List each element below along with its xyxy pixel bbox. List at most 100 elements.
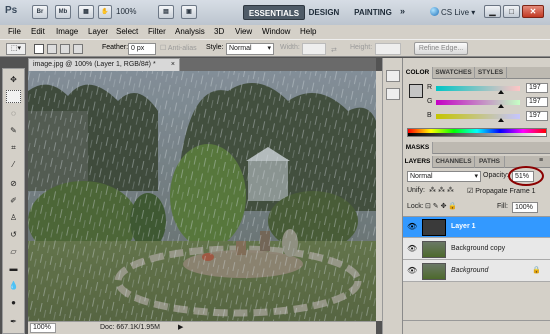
intersect-selection-icon[interactable] — [73, 44, 83, 54]
tab-masks[interactable]: MASKS — [403, 142, 433, 154]
menu-filter[interactable]: Filter — [148, 27, 166, 36]
menu-help[interactable]: Help — [300, 27, 316, 36]
grid-icon[interactable]: ▦ — [78, 5, 94, 19]
bridge-icon[interactable]: Br — [32, 5, 48, 19]
menu-select[interactable]: Select — [116, 27, 138, 36]
minimize-button[interactable]: ▁ — [484, 5, 501, 18]
tab-layers[interactable]: LAYERS — [403, 156, 433, 168]
menu-image[interactable]: Image — [56, 27, 78, 36]
workspace-design[interactable]: DESIGN — [307, 5, 341, 20]
menu-3d[interactable]: 3D — [214, 27, 224, 36]
tab-swatches[interactable]: SWATCHES — [433, 67, 475, 79]
close-tab-icon[interactable]: × — [171, 59, 175, 71]
menu-window[interactable]: Window — [262, 27, 290, 36]
menu-layer[interactable]: Layer — [88, 27, 108, 36]
layer-row-background[interactable]: 👁 Background 🔒 — [403, 261, 550, 282]
visibility-eye-icon[interactable]: 👁 — [407, 244, 417, 253]
cs-live-label: CS Live — [441, 8, 470, 17]
document-size-info: Doc: 667.1K/1.95M — [100, 324, 160, 331]
color-spectrum-bar[interactable] — [407, 128, 547, 137]
eraser-tool-icon[interactable]: ▱ — [6, 245, 21, 258]
layer-thumbnail — [422, 263, 446, 280]
refine-edge-button[interactable]: Refine Edge... — [414, 42, 468, 55]
visibility-eye-icon[interactable]: 👁 — [407, 222, 417, 231]
workspace-essentials[interactable]: ESSENTIALS — [243, 5, 305, 20]
new-selection-icon[interactable] — [34, 44, 44, 54]
lasso-tool-icon[interactable]: ◌ — [6, 107, 21, 120]
layer-name: Background copy — [451, 245, 506, 252]
menu-view[interactable]: View — [235, 27, 252, 36]
healing-brush-tool-icon[interactable]: ⊘ — [6, 177, 21, 190]
dodge-tool-icon[interactable]: ● — [6, 296, 21, 309]
document-tab[interactable]: image.jpg @ 100% (Layer 1, RGB/8#) * × — [28, 58, 180, 71]
move-tool-icon[interactable]: ✥ — [6, 73, 21, 86]
swap-icon[interactable]: ⇄ — [331, 46, 337, 54]
slider-g-handle[interactable] — [497, 104, 504, 108]
style-select[interactable]: Normal ▾ — [226, 43, 274, 55]
propagate-frame-checkbox[interactable]: ☑ Propagate Frame 1 — [467, 187, 536, 195]
add-selection-icon[interactable] — [47, 44, 57, 54]
cs-live-globe-icon — [430, 7, 439, 16]
marquee-tool-icon[interactable] — [6, 90, 21, 103]
history-panel-icon[interactable] — [386, 70, 400, 82]
menu-bar: File Edit Image Layer Select Filter Anal… — [0, 25, 550, 39]
width-input[interactable] — [302, 43, 326, 55]
cs-live-button[interactable]: CS Live ▾ — [430, 7, 475, 17]
tab-channels[interactable]: CHANNELS — [433, 156, 475, 168]
slider-b-track[interactable] — [436, 114, 520, 119]
layers-list: 👁 Layer 1 👁 Background copy 👁 Background… — [403, 216, 550, 282]
layer-row-layer-1[interactable]: 👁 Layer 1 — [403, 217, 550, 238]
mini-bridge-icon[interactable]: Mb — [55, 5, 71, 19]
actions-panel-icon[interactable] — [386, 88, 400, 100]
slider-r-value[interactable]: 197 — [526, 83, 548, 93]
maximize-button[interactable]: □ — [503, 5, 520, 18]
status-menu-arrow-icon[interactable]: ▶ — [178, 323, 183, 331]
unify-icons[interactable]: ⁂ ⁂ ⁂ — [429, 186, 454, 194]
layers-footer — [403, 320, 550, 334]
gradient-tool-icon[interactable]: ▬ — [6, 262, 21, 275]
close-button[interactable]: ✕ — [522, 5, 544, 18]
subtract-selection-icon[interactable] — [60, 44, 70, 54]
slider-r-track[interactable] — [436, 86, 520, 91]
more-workspaces-chevron-icon[interactable]: » — [400, 6, 405, 16]
pen-tool-icon[interactable]: ✒ — [6, 315, 21, 328]
foreground-color-swatch[interactable] — [409, 84, 423, 98]
menu-analysis[interactable]: Analysis — [175, 27, 205, 36]
document-canvas[interactable] — [28, 71, 376, 321]
fill-input[interactable]: 100% — [512, 202, 538, 213]
clone-stamp-tool-icon[interactable]: ♙ — [6, 211, 21, 224]
feather-input[interactable]: 0 px — [128, 43, 156, 55]
brush-tool-icon[interactable]: ✐ — [6, 194, 21, 207]
blend-mode-select[interactable]: Normal ▾ — [407, 171, 481, 182]
zoom-level[interactable]: 100% — [116, 7, 156, 16]
slider-r-handle[interactable] — [497, 90, 504, 94]
arrange-documents-icon[interactable]: ▤ — [158, 5, 174, 19]
menu-edit[interactable]: Edit — [31, 27, 45, 36]
height-input[interactable] — [375, 43, 401, 55]
crop-tool-icon[interactable]: ⌗ — [6, 141, 21, 154]
blur-tool-icon[interactable]: 💧 — [6, 279, 21, 292]
screen-mode-icon[interactable]: ▣ — [181, 5, 197, 19]
menu-file[interactable]: File — [8, 27, 21, 36]
slider-b-value[interactable]: 197 — [526, 111, 548, 121]
history-brush-tool-icon[interactable]: ↺ — [6, 228, 21, 241]
layers-panel-menu-icon[interactable]: ≡ — [539, 157, 543, 164]
status-zoom-input[interactable]: 100% — [30, 323, 56, 333]
hand-icon[interactable]: ✋ — [98, 5, 112, 19]
panel-icon-strip — [382, 58, 402, 334]
tool-preset-picker[interactable]: ⬚▾ — [6, 43, 26, 55]
slider-g-value[interactable]: 197 — [526, 97, 548, 107]
visibility-eye-icon[interactable]: 👁 — [407, 266, 417, 275]
quick-selection-tool-icon[interactable]: ✎ — [6, 124, 21, 137]
slider-b-handle[interactable] — [497, 118, 504, 122]
tab-styles[interactable]: STYLES — [475, 67, 507, 79]
document-tab-title: image.jpg @ 100% (Layer 1, RGB/8#) * — [33, 61, 156, 68]
workspace-painting[interactable]: PAINTING — [352, 5, 394, 20]
tab-paths[interactable]: PATHS — [475, 156, 505, 168]
anti-alias-checkbox[interactable]: ☐ Anti-alias — [160, 44, 197, 52]
slider-g-track[interactable] — [436, 100, 520, 105]
lock-icons[interactable]: ⊡ ✎ ✥ 🔒 — [425, 202, 457, 210]
layer-row-background-copy[interactable]: 👁 Background copy — [403, 239, 550, 260]
eyedropper-tool-icon[interactable]: ⁄ — [6, 158, 21, 171]
tab-color[interactable]: COLOR — [403, 67, 433, 79]
